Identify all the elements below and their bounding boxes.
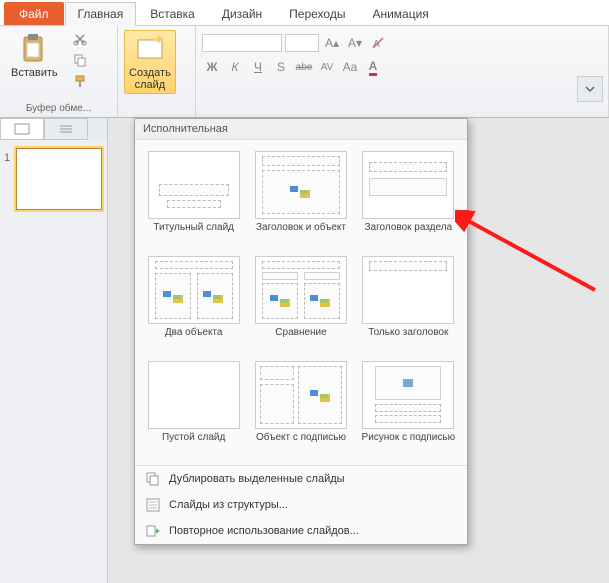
layout-title-slide[interactable]: Титульный слайд (141, 146, 246, 249)
layout-content-caption[interactable]: Объект с подписью (248, 356, 353, 459)
menu-slides-from-outline[interactable]: Слайды из структуры... (135, 492, 467, 518)
font-size-select[interactable] (285, 34, 319, 52)
thumbnails-tab[interactable] (0, 118, 44, 140)
layout-section-header[interactable]: Заголовок раздела (356, 146, 461, 249)
reuse-icon (145, 523, 161, 539)
font-color-button[interactable]: A (363, 58, 383, 76)
outline-tab[interactable] (44, 118, 88, 140)
ribbon-tabs: Файл Главная Вставка Дизайн Переходы Ани… (0, 0, 609, 26)
layout-two-content[interactable]: Два объекта (141, 251, 246, 354)
clipboard-group-label: Буфер обме... (6, 102, 111, 115)
layout-blank[interactable]: Пустой слайд (141, 356, 246, 459)
layout-picture-caption[interactable]: Рисунок с подписью (356, 356, 461, 459)
grow-font-button[interactable]: A▴ (322, 34, 342, 52)
tab-file[interactable]: Файл (4, 2, 64, 25)
layout-title-only[interactable]: Только заголовок (356, 251, 461, 354)
italic-button[interactable]: К (225, 58, 245, 76)
paste-button[interactable]: Вставить (6, 30, 63, 82)
slide-number: 1 (4, 152, 10, 164)
change-case-button[interactable]: Aa (340, 58, 360, 76)
copy-button[interactable] (71, 51, 89, 69)
layout-gallery: Исполнительная Титульный слайд Заголовок… (134, 118, 468, 545)
new-slide-label: Создать слайд (129, 67, 171, 91)
layout-comparison[interactable]: Сравнение (248, 251, 353, 354)
tab-design[interactable]: Дизайн (209, 2, 275, 25)
format-painter-button[interactable] (71, 72, 89, 90)
outline-icon (145, 497, 161, 513)
clipboard-icon (18, 33, 50, 65)
cut-button[interactable] (71, 30, 89, 48)
menu-duplicate-slides[interactable]: Дублировать выделенные слайды (135, 466, 467, 492)
tab-home[interactable]: Главная (65, 2, 137, 26)
shadow-button[interactable]: S (271, 58, 291, 76)
slide-panel: 1 (0, 118, 108, 583)
clear-format-button[interactable]: A (368, 34, 388, 52)
bold-button[interactable]: Ж (202, 58, 222, 76)
tab-animation[interactable]: Анимация (359, 2, 441, 25)
menu-reuse-slides[interactable]: Повторное использование слайдов... (135, 518, 467, 544)
gallery-header: Исполнительная (135, 119, 467, 140)
strike-button[interactable]: abe (294, 58, 314, 76)
tab-insert[interactable]: Вставка (137, 2, 208, 25)
duplicate-icon (145, 471, 161, 487)
font-select[interactable] (202, 34, 282, 52)
new-slide-button[interactable]: Создать слайд (124, 30, 176, 94)
char-spacing-button[interactable]: AV (317, 58, 337, 76)
paste-label: Вставить (11, 67, 58, 79)
layout-title-content[interactable]: Заголовок и объект (248, 146, 353, 249)
ribbon-expand-button[interactable] (577, 76, 603, 102)
tab-transitions[interactable]: Переходы (276, 2, 358, 25)
underline-button[interactable]: Ч (248, 58, 268, 76)
slide-thumbnail[interactable]: 1 (6, 148, 101, 210)
shrink-font-button[interactable]: A▾ (345, 34, 365, 52)
svg-text:A: A (373, 39, 380, 50)
ribbon: Вставить Буфер обме... Создать слайд (0, 26, 609, 118)
new-slide-icon (134, 33, 166, 65)
